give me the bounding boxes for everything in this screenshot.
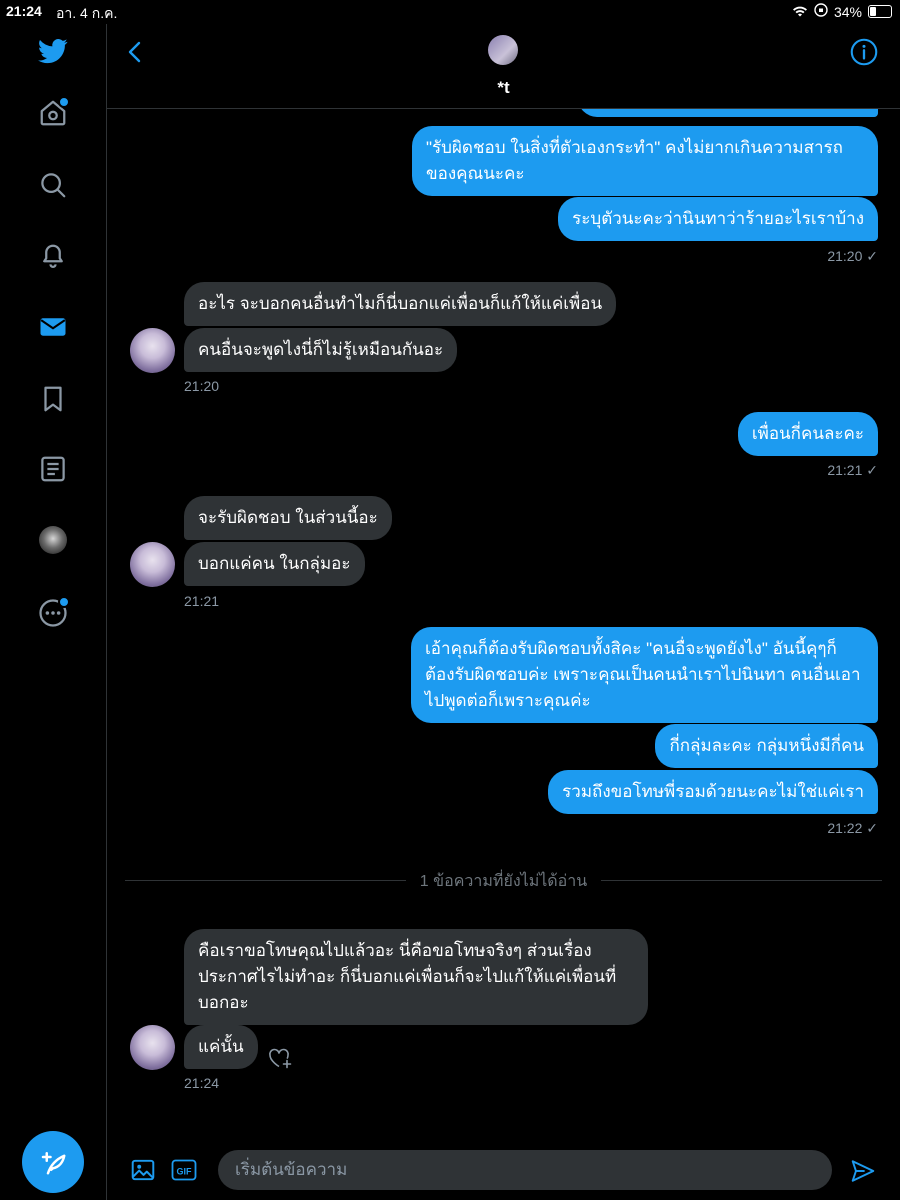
message-bubble-in[interactable]: จะรับผิดชอบ ในส่วนนี้อะ xyxy=(184,496,392,540)
message-bubble-out-clipped[interactable] xyxy=(578,109,878,117)
status-date: อา. 4 ก.ค. xyxy=(56,5,118,21)
battery-percent: 34% xyxy=(833,3,862,20)
send-icon[interactable] xyxy=(850,1158,876,1184)
message-bubble-in[interactable]: อะไร จะบอกคนอื่นทำไมก็นี่บอกแค่เพื่อนก็แ… xyxy=(184,282,617,326)
message-timestamp: 21:24 xyxy=(184,1075,220,1091)
message-timestamp: 21:21 ✓ xyxy=(827,462,878,478)
bell-icon[interactable] xyxy=(38,240,68,270)
contact-avatar[interactable] xyxy=(488,35,518,65)
message-timestamp: 21:21 xyxy=(184,593,220,609)
gif-icon[interactable]: GIF xyxy=(171,1157,197,1183)
back-arrow-icon[interactable] xyxy=(123,40,147,64)
message-timestamp: 21:20 xyxy=(184,378,220,394)
home-icon[interactable] xyxy=(38,96,70,128)
status-time: 21:24 xyxy=(6,3,42,19)
orientation-lock-icon xyxy=(814,3,828,20)
message-bubble-in[interactable]: แค่นั้น xyxy=(184,1025,258,1069)
sender-avatar[interactable] xyxy=(130,1025,175,1070)
contact-name[interactable]: *t xyxy=(107,78,900,98)
gif-label: GIF xyxy=(177,1167,193,1177)
info-icon[interactable] xyxy=(850,38,878,66)
message-timestamp: 21:20 ✓ xyxy=(827,248,878,264)
lists-icon[interactable] xyxy=(38,454,68,484)
message-bubble-out[interactable]: กี่กลุ่มละคะ กลุ่มหนึ่งมีกี่คน xyxy=(655,724,878,768)
message-bubble-in[interactable]: คือเราขอโทษคุณไปแล้วอะ นี่คือขอโทษจริงๆ … xyxy=(184,929,648,1025)
message-bubble-in[interactable]: บอกแค่คน ในกลุ่มอะ xyxy=(184,542,365,586)
message-bubble-out[interactable]: เอ้าคุณก็ต้องรับผิดชอบทั้งสิคะ "คนอื่จะพ… xyxy=(411,627,878,723)
more-notification-dot xyxy=(58,596,70,608)
sender-avatar[interactable] xyxy=(130,328,175,373)
status-bar: 21:24 อา. 4 ก.ค. 34% xyxy=(0,0,900,24)
message-composer: GIF เริ่มต้นข้อความ xyxy=(107,1141,900,1200)
message-bubble-out[interactable]: เพื่อนกี่คนละคะ xyxy=(737,412,878,456)
message-bubble-out[interactable]: ระบุตัวนะคะว่านินทาว่าร้ายอะไรเราบ้าง xyxy=(558,197,878,241)
battery-icon xyxy=(868,5,892,18)
sender-avatar[interactable] xyxy=(130,542,175,587)
image-icon[interactable] xyxy=(130,1157,156,1183)
message-bubble-in[interactable]: คนอื่นจะพูดไงนี่ก็ไม่รู้เหมือนกันอะ xyxy=(184,328,458,372)
mail-icon[interactable] xyxy=(38,312,68,342)
feather-plus-icon xyxy=(41,1152,66,1175)
twitter-logo-icon[interactable] xyxy=(36,36,70,66)
profile-avatar[interactable] xyxy=(39,526,67,554)
conversation-header: *t xyxy=(107,24,900,109)
message-timestamp: 21:22 ✓ xyxy=(827,820,878,836)
home-notification-dot xyxy=(58,96,70,108)
unread-label: 1 ข้อความที่ยังไม่ได้อ่าน xyxy=(405,873,602,890)
compose-button[interactable] xyxy=(22,1131,84,1193)
more-icon[interactable] xyxy=(38,596,70,628)
message-bubble-out[interactable]: รวมถึงขอโทษพี่รอมด้วยนะคะไม่ใช่แค่เรา xyxy=(548,770,878,814)
search-icon[interactable] xyxy=(38,170,68,200)
status-right: 34% xyxy=(792,3,892,20)
message-input[interactable]: เริ่มต้นข้อความ xyxy=(218,1150,832,1190)
heart-plus-icon[interactable] xyxy=(267,1046,293,1070)
message-bubble-out[interactable]: "รับผิดชอบ ในสิ่งที่ตัวเองกระทำ" คงไม่ยา… xyxy=(412,126,878,196)
unread-divider: 1 ข้อความที่ยังไม่ได้อ่าน xyxy=(107,869,900,894)
bookmark-icon[interactable] xyxy=(38,384,68,414)
wifi-icon xyxy=(792,4,808,20)
sidebar xyxy=(0,24,107,1200)
message-thread: "รับผิดชอบ ในสิ่งที่ตัวเองกระทำ" คงไม่ยา… xyxy=(107,109,900,1141)
